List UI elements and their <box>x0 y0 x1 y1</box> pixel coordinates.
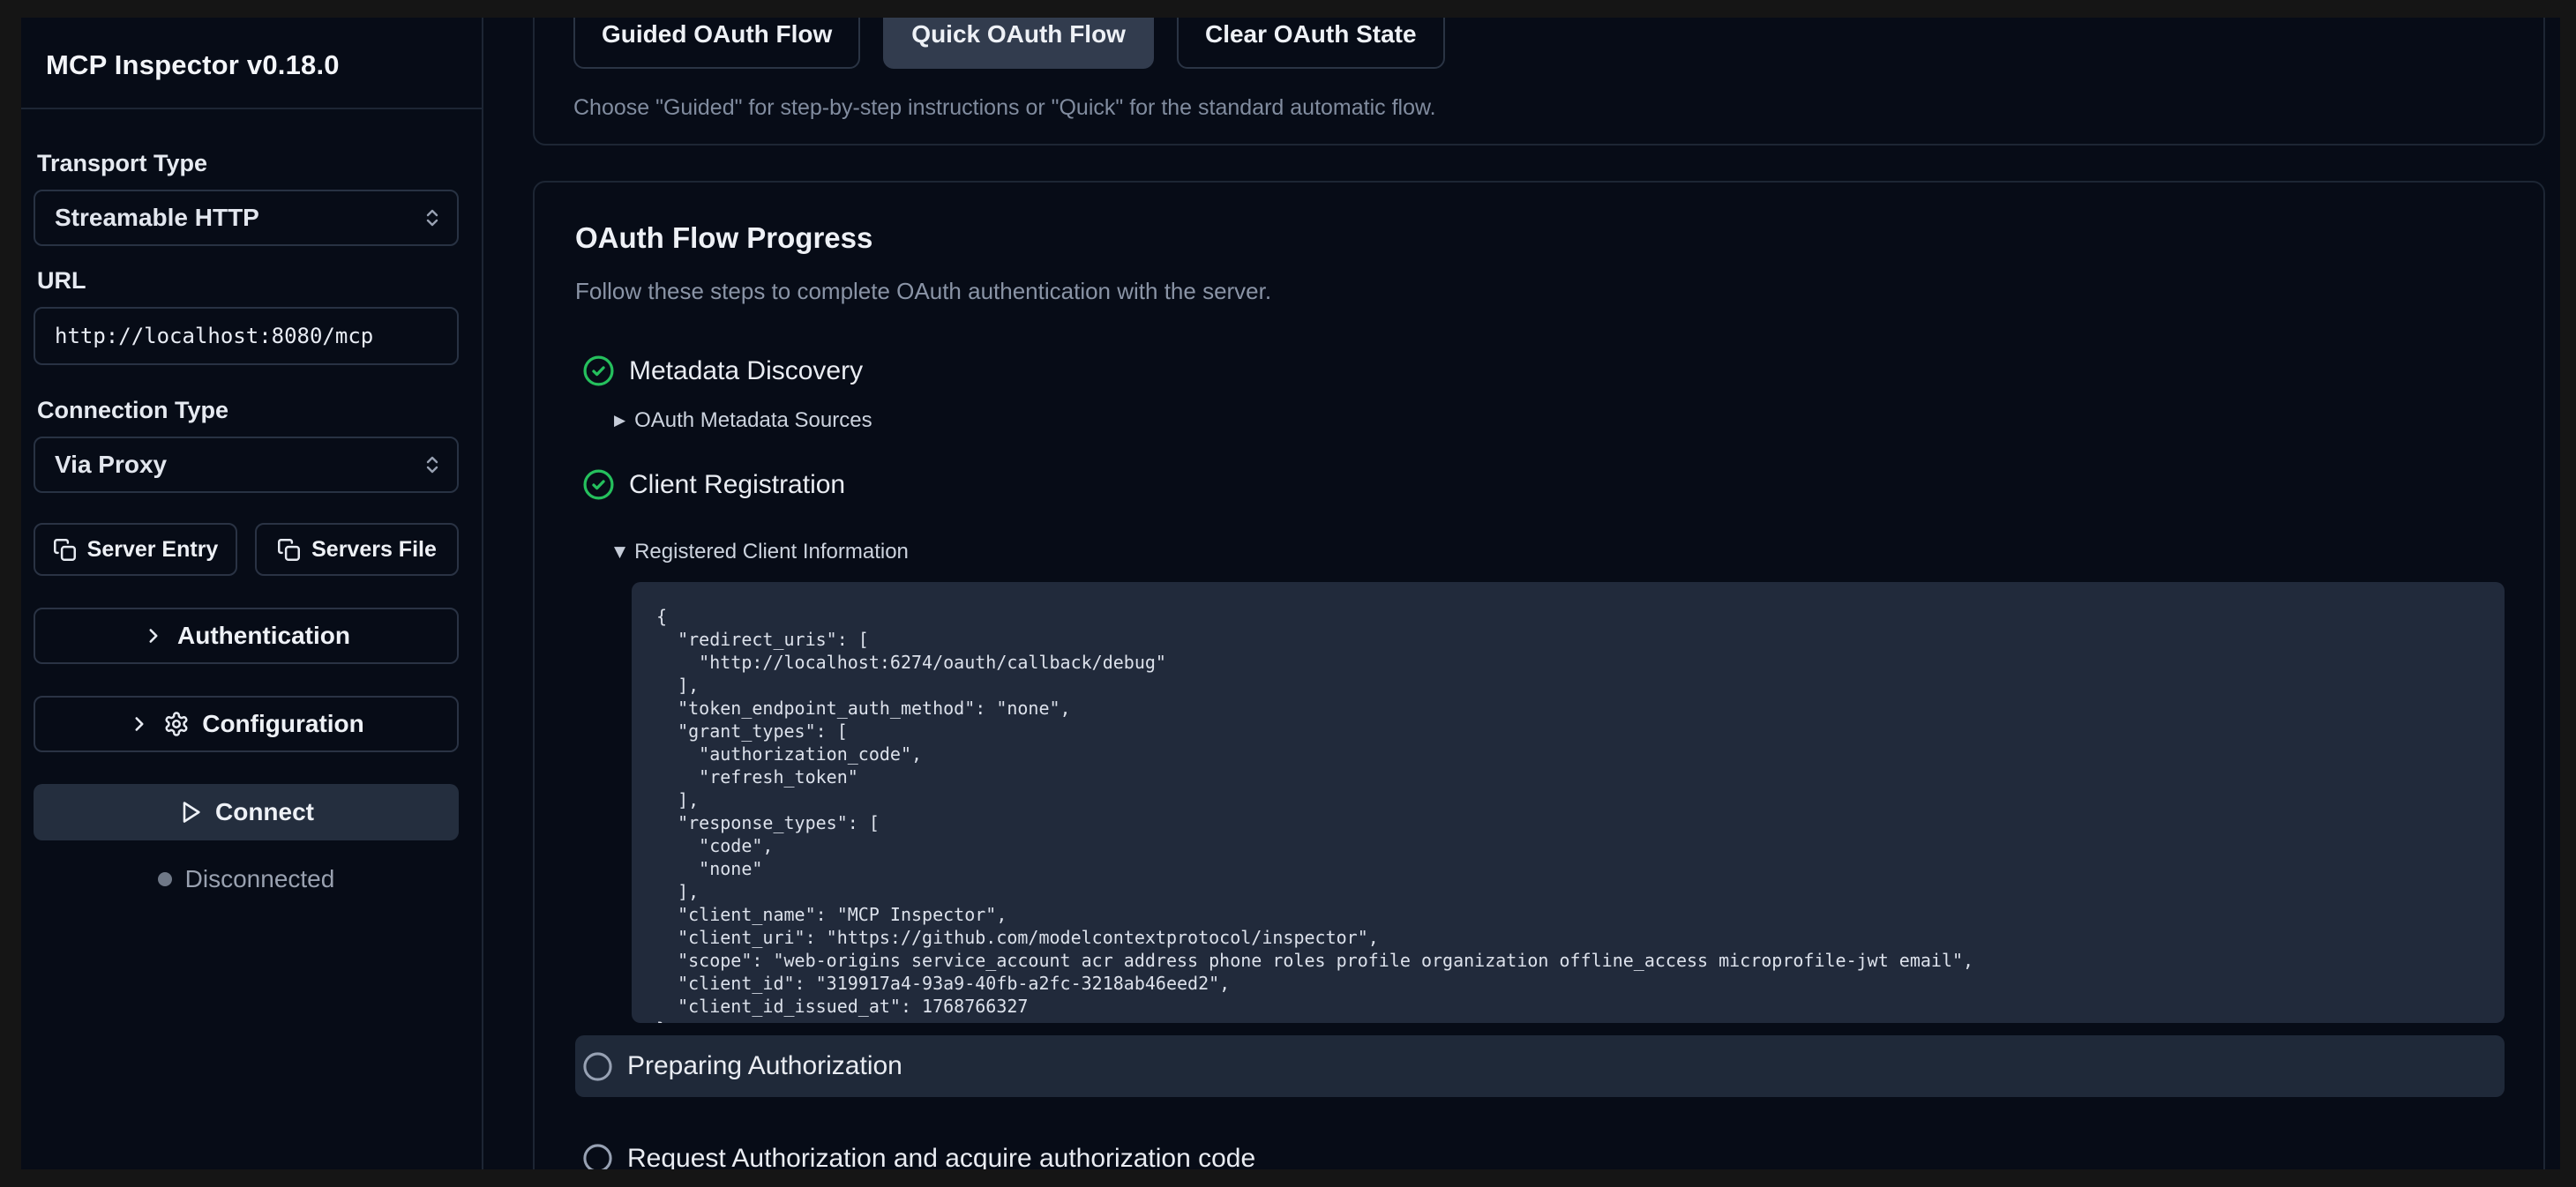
server-buttons-row: Server Entry Servers File <box>34 523 459 576</box>
server-entry-label: Server Entry <box>87 537 219 563</box>
authentication-button[interactable]: Authentication <box>34 608 459 664</box>
app-title: MCP Inspector v0.18.0 <box>46 49 457 81</box>
oauth-toolbar-row: Guided OAuth Flow Quick OAuth Flow Clear… <box>573 18 2505 69</box>
url-label: URL <box>37 267 459 295</box>
servers-file-button[interactable]: Servers File <box>255 523 459 576</box>
connection-type-label: Connection Type <box>37 397 459 424</box>
step-title: Metadata Discovery <box>629 356 863 386</box>
step-client-registration: Client Registration <box>575 468 2505 501</box>
sidebar-header: MCP Inspector v0.18.0 <box>21 18 482 109</box>
transport-type-label: Transport Type <box>37 150 459 177</box>
configuration-button[interactable]: Configuration <box>34 696 459 752</box>
server-entry-button[interactable]: Server Entry <box>34 523 237 576</box>
chevrons-up-down-icon <box>422 454 443 475</box>
sidebar-body: Transport Type Streamable HTTP URL Conne… <box>21 109 482 893</box>
check-circle-icon <box>582 468 615 501</box>
empty-circle-icon <box>582 1143 613 1169</box>
oauth-flow-progress-card: OAuth Flow Progress Follow these steps t… <box>533 181 2545 1169</box>
empty-circle-icon <box>582 1051 613 1082</box>
status-dot-icon <box>158 872 172 886</box>
step-request-authorization: Request Authorization and acquire author… <box>575 1143 2505 1169</box>
authentication-label: Authentication <box>177 622 350 650</box>
transport-type-value: Streamable HTTP <box>55 204 259 232</box>
oauth-metadata-sources-toggle[interactable]: ▶ OAuth Metadata Sources <box>614 408 2505 433</box>
step-title: Preparing Authorization <box>627 1051 902 1081</box>
registered-client-json[interactable]: { "redirect_uris": [ "http://localhost:6… <box>632 582 2505 1023</box>
oauth-steps-list: Metadata Discovery ▶ OAuth Metadata Sour… <box>575 355 2505 1169</box>
chevron-right-icon <box>142 624 165 647</box>
progress-subtitle: Follow these steps to complete OAuth aut… <box>575 278 2505 305</box>
connection-status: Disconnected <box>34 865 459 893</box>
progress-title: OAuth Flow Progress <box>575 221 2505 255</box>
page: { "app": { "title": "MCP Inspector v0.18… <box>0 0 2576 1187</box>
step-metadata-discovery: Metadata Discovery <box>575 355 2505 387</box>
registered-client-information-toggle[interactable]: ▼ Registered Client Information <box>614 540 2505 564</box>
sidebar: MCP Inspector v0.18.0 Transport Type Str… <box>21 18 483 1169</box>
transport-type-select[interactable]: Streamable HTTP <box>34 190 459 246</box>
app-window: MCP Inspector v0.18.0 Transport Type Str… <box>21 18 2560 1169</box>
connect-label: Connect <box>215 798 314 826</box>
connection-type-select[interactable]: Via Proxy <box>34 437 459 493</box>
copy-icon <box>53 538 77 562</box>
oauth-toolbar-card: Guided OAuth Flow Quick OAuth Flow Clear… <box>533 18 2545 146</box>
connection-status-label: Disconnected <box>185 865 335 893</box>
triangle-down-icon: ▼ <box>614 545 625 560</box>
connect-button[interactable]: Connect <box>34 784 459 840</box>
gear-icon <box>163 711 190 737</box>
servers-file-label: Servers File <box>311 537 437 563</box>
copy-icon <box>277 538 301 562</box>
step-title: Client Registration <box>629 470 845 500</box>
guided-oauth-flow-button[interactable]: Guided OAuth Flow <box>573 18 860 69</box>
step-title: Request Authorization and acquire author… <box>627 1144 1255 1170</box>
main-content: Guided OAuth Flow Quick OAuth Flow Clear… <box>483 18 2560 1169</box>
chevrons-up-down-icon <box>422 207 443 228</box>
url-input[interactable] <box>34 307 459 365</box>
oauth-flow-hint: Choose "Guided" for step-by-step instruc… <box>573 95 2505 121</box>
check-circle-icon <box>582 355 615 387</box>
chevron-right-icon <box>128 713 151 735</box>
disclosure-label: OAuth Metadata Sources <box>634 408 872 433</box>
step-preparing-authorization: Preparing Authorization <box>575 1035 2505 1097</box>
triangle-right-icon: ▶ <box>614 414 625 429</box>
connection-type-value: Via Proxy <box>55 451 167 479</box>
configuration-label: Configuration <box>202 710 364 738</box>
clear-oauth-state-button[interactable]: Clear OAuth State <box>1177 18 1445 69</box>
play-icon <box>178 800 203 825</box>
disclosure-label: Registered Client Information <box>634 540 909 564</box>
quick-oauth-flow-button[interactable]: Quick OAuth Flow <box>883 18 1154 69</box>
